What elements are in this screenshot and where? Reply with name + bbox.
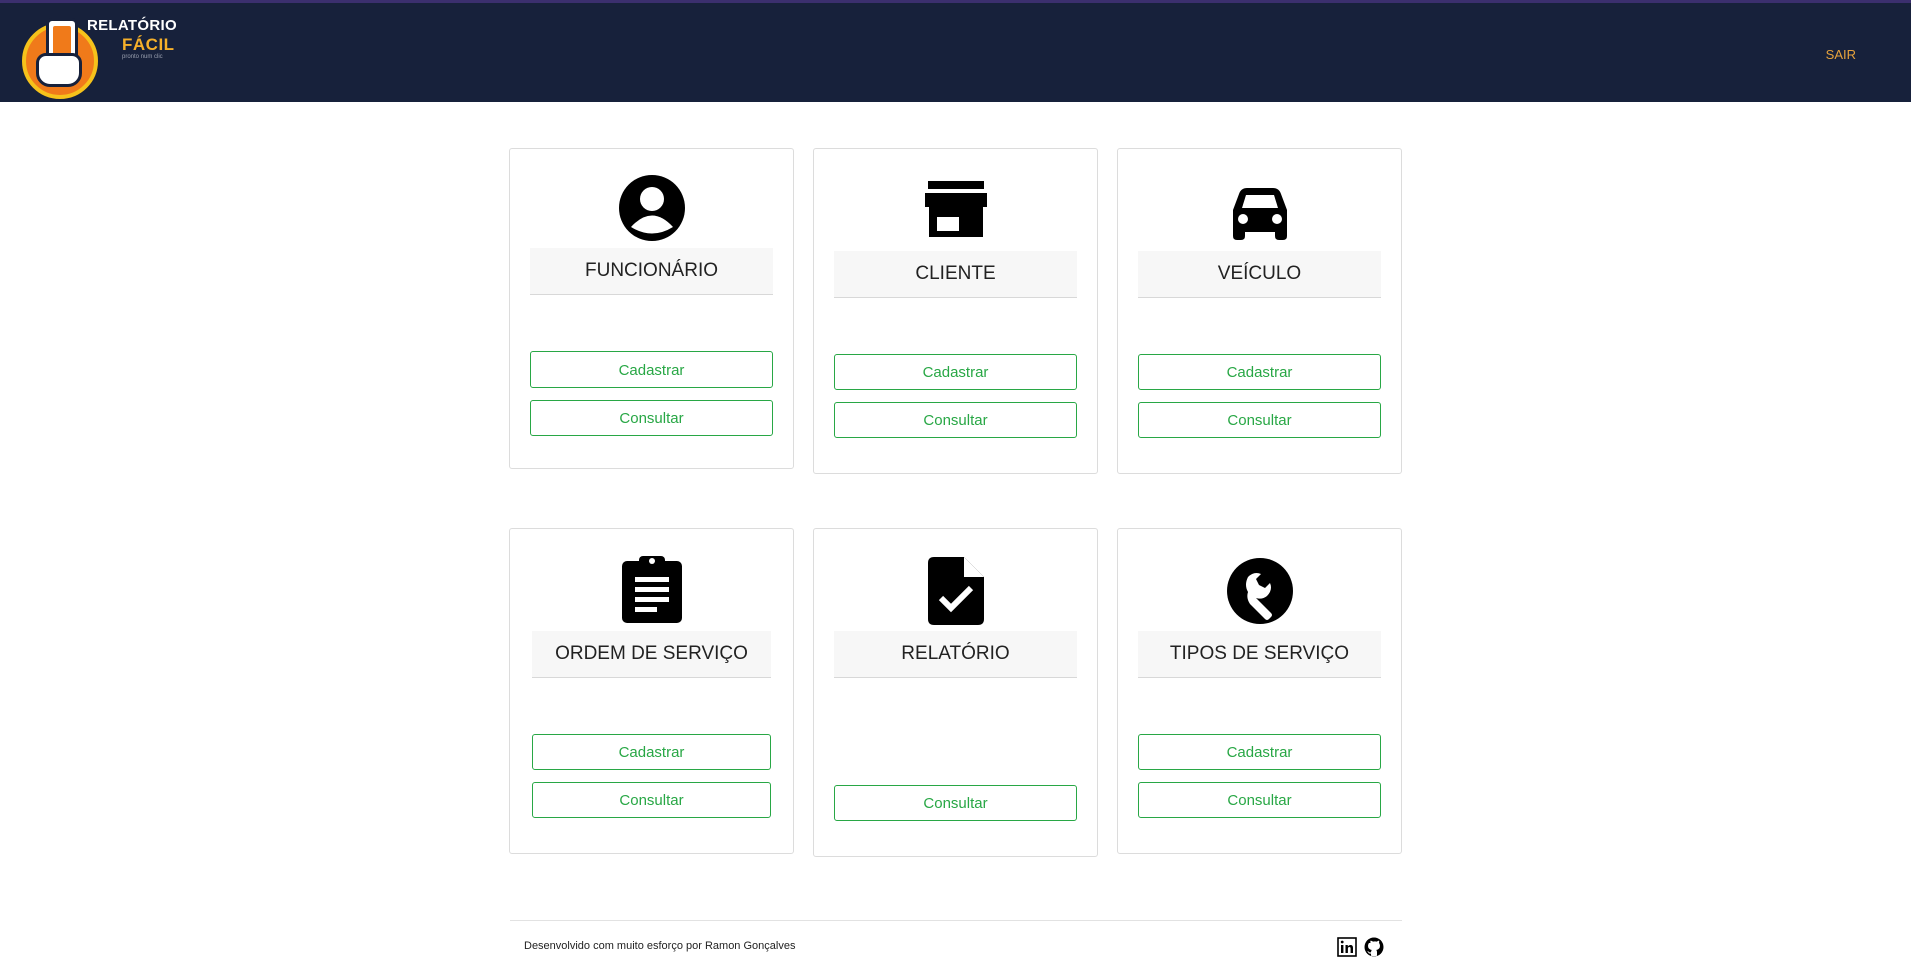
user-circle-icon [618, 175, 685, 241]
footer-credit: Desenvolvido com muito esforço por Ramon… [524, 940, 796, 952]
register-button[interactable]: Cadastrar [530, 351, 773, 388]
github-icon[interactable] [1364, 937, 1384, 957]
footer-divider [510, 920, 1402, 921]
register-button[interactable]: Cadastrar [834, 354, 1077, 390]
logo-text-line1: RELATÓRIO [87, 17, 177, 34]
card-veiculo: VEÍCULO Cadastrar Consultar [1117, 148, 1402, 474]
card-title: RELATÓRIO [834, 631, 1077, 678]
consult-button[interactable]: Consultar [532, 782, 771, 818]
car-icon [1232, 188, 1287, 240]
register-button[interactable]: Cadastrar [532, 734, 771, 770]
card-cliente: CLIENTE Cadastrar Consultar [813, 148, 1098, 474]
card-funcionario: FUNCIONÁRIO Cadastrar Consultar [509, 148, 794, 469]
consult-button[interactable]: Consultar [530, 400, 773, 436]
clipboard-icon [621, 556, 682, 623]
store-icon [924, 181, 987, 237]
document-check-icon [927, 557, 984, 625]
card-title: CLIENTE [834, 251, 1077, 298]
consult-button[interactable]: Consultar [1138, 402, 1381, 438]
linkedin-icon[interactable] [1337, 937, 1357, 957]
wrench-icon [1226, 558, 1293, 624]
logo-hand-icon [36, 53, 82, 87]
logout-link[interactable]: SAIR [1826, 47, 1856, 62]
register-button[interactable]: Cadastrar [1138, 354, 1381, 390]
register-button[interactable]: Cadastrar [1138, 734, 1381, 770]
card-title: VEÍCULO [1138, 251, 1381, 298]
card-title: ORDEM DE SERVIÇO [532, 631, 771, 678]
card-relatorio: RELATÓRIO Consultar [813, 528, 1098, 857]
card-ordem-servico: ORDEM DE SERVIÇO Cadastrar Consultar [509, 528, 794, 854]
logo-tagline: pronto num clic [122, 54, 163, 60]
logo-text-line2: FÁCIL [122, 35, 175, 54]
consult-button[interactable]: Consultar [1138, 782, 1381, 818]
card-title: FUNCIONÁRIO [530, 248, 773, 295]
consult-button[interactable]: Consultar [834, 785, 1077, 821]
card-title: TIPOS DE SERVIÇO [1138, 631, 1381, 678]
navbar: RELATÓRIO FÁCIL pronto num clic SAIR [0, 3, 1911, 102]
card-tipos-servico: TIPOS DE SERVIÇO Cadastrar Consultar [1117, 528, 1402, 854]
app-logo[interactable]: RELATÓRIO FÁCIL pronto num clic [20, 13, 190, 99]
consult-button[interactable]: Consultar [834, 402, 1077, 438]
